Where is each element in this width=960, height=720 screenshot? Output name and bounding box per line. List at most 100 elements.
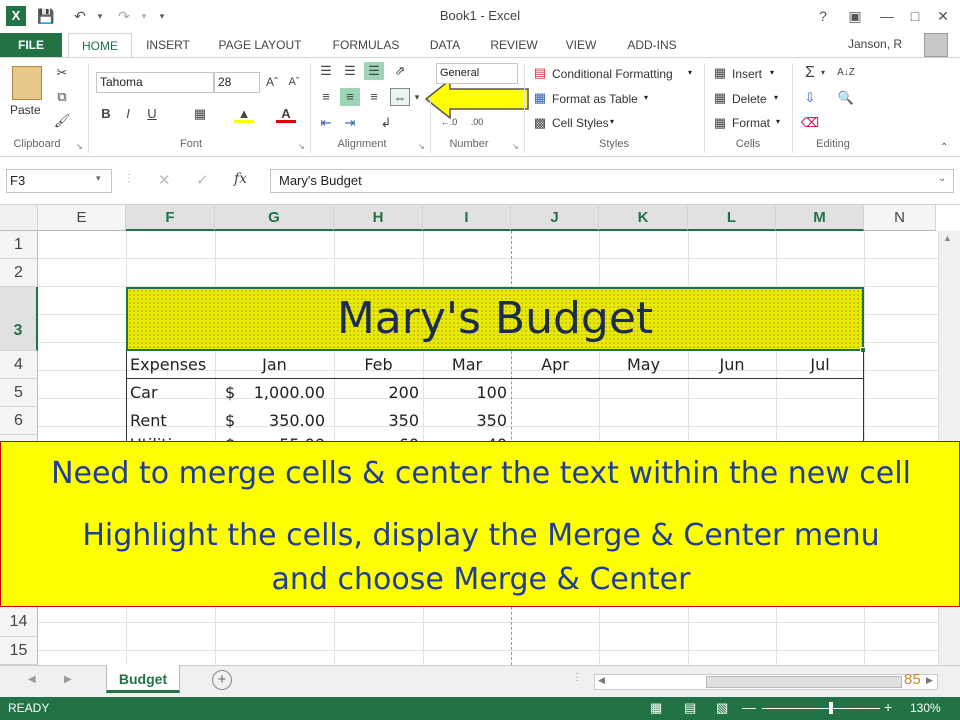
conditional-formatting-icon[interactable]: ▤ — [530, 64, 550, 82]
font-launcher-icon[interactable]: ↘ — [298, 142, 305, 151]
format-painter-icon[interactable]: 🖌 — [52, 112, 72, 130]
confirm-entry-icon[interactable]: ✓ — [196, 171, 209, 189]
column-header-h[interactable]: H — [334, 205, 423, 231]
autosum-icon[interactable]: Σ — [800, 64, 820, 82]
copy-icon[interactable]: ⧉ — [52, 88, 72, 106]
row-header-4[interactable]: 4 — [0, 351, 38, 379]
sheet-tab-budget[interactable]: Budget — [106, 665, 180, 693]
wrap-text-icon[interactable]: ↲ — [376, 114, 396, 132]
format-cells-button[interactable]: Format — [732, 116, 770, 130]
normal-view-icon[interactable]: ▦ — [650, 700, 662, 716]
sort-filter-icon[interactable]: A↓Z — [836, 64, 856, 82]
italic-button[interactable]: I — [118, 105, 138, 123]
column-header-i[interactable]: I — [423, 205, 511, 231]
increase-font-icon[interactable]: Aˆ — [262, 73, 282, 91]
format-table-dropdown-icon[interactable]: ▾ — [644, 93, 648, 102]
format-as-table-icon[interactable]: ▦ — [530, 89, 550, 107]
column-header-f[interactable]: F — [126, 205, 215, 231]
page-layout-view-icon[interactable]: ▤ — [684, 700, 696, 716]
delete-cells-button[interactable]: Delete — [732, 92, 767, 106]
conditional-dropdown-icon[interactable]: ▾ — [688, 68, 692, 77]
orientation-icon[interactable]: ⇗ — [390, 62, 410, 80]
column-header-e[interactable]: E — [38, 205, 126, 231]
zoom-slider[interactable] — [762, 708, 880, 709]
zoom-out-icon[interactable]: — — [742, 699, 756, 715]
column-header-g[interactable]: G — [215, 205, 334, 231]
close-icon[interactable]: ✕ — [932, 5, 954, 27]
format-cells-icon[interactable]: ▦ — [710, 114, 730, 132]
help-icon[interactable]: ? — [812, 5, 834, 27]
name-box-dropdown-icon[interactable]: ▾ — [96, 173, 101, 184]
font-size-select[interactable]: 28 — [214, 72, 260, 93]
clear-icon[interactable]: ⌫ — [800, 114, 820, 132]
align-left-icon[interactable]: ≡ — [316, 88, 336, 106]
increase-decimal-icon[interactable]: ←.0 — [436, 113, 462, 131]
tab-page-layout[interactable]: PAGE LAYOUT — [206, 33, 314, 57]
column-header-m[interactable]: M — [776, 205, 864, 231]
insert-function-icon[interactable]: fx — [234, 171, 247, 187]
zoom-level[interactable]: 130% — [910, 701, 941, 715]
delete-dropdown-icon[interactable]: ▾ — [774, 93, 778, 102]
scroll-up-icon[interactable]: ▲ — [943, 233, 952, 243]
scroll-left-icon[interactable]: ◀ — [598, 675, 605, 686]
collapse-ribbon-icon[interactable]: ⌃ — [940, 142, 948, 153]
merge-center-icon[interactable]: ⇔ — [390, 88, 410, 106]
tab-insert[interactable]: INSERT — [136, 33, 200, 57]
bold-button[interactable]: B — [96, 105, 116, 123]
column-header-k[interactable]: K — [599, 205, 688, 231]
format-as-table-button[interactable]: Format as Table — [552, 92, 638, 106]
column-header-l[interactable]: L — [688, 205, 776, 231]
tab-home[interactable]: HOME — [68, 33, 132, 57]
zoom-in-icon[interactable]: + — [884, 699, 892, 715]
middle-align-icon[interactable]: ☰ — [340, 62, 360, 80]
fill-color-icon[interactable]: ▲ — [234, 105, 254, 123]
tab-data[interactable]: DATA — [418, 33, 472, 57]
minimize-icon[interactable]: — — [876, 5, 898, 27]
row-header-1[interactable]: 1 — [0, 231, 38, 259]
row-header-5[interactable]: 5 — [0, 379, 38, 407]
decrease-decimal-icon[interactable]: .00 — [464, 113, 490, 131]
tab-file[interactable]: FILE — [0, 33, 62, 57]
cancel-entry-icon[interactable]: ✕ — [158, 171, 171, 189]
align-center-icon[interactable]: ≡ — [340, 88, 360, 106]
align-right-icon[interactable]: ≡ — [364, 88, 384, 106]
find-select-icon[interactable]: 🔍 — [836, 89, 856, 107]
row-header-6[interactable]: 6 — [0, 407, 38, 435]
font-color-icon[interactable]: A — [276, 105, 296, 123]
paste-icon[interactable] — [12, 66, 42, 100]
row-header-15[interactable]: 15 — [0, 637, 38, 665]
prev-sheet-icon[interactable]: ◀ — [28, 674, 36, 685]
insert-cells-icon[interactable]: ▦ — [710, 64, 730, 82]
column-header-n[interactable]: N — [864, 205, 936, 231]
page-break-view-icon[interactable]: ▧ — [716, 700, 728, 716]
next-sheet-icon[interactable]: ▶ — [64, 674, 72, 685]
cut-icon[interactable]: ✂ — [52, 64, 72, 82]
increase-indent-icon[interactable]: ⇥ — [340, 114, 360, 132]
column-header-j[interactable]: J — [511, 205, 599, 231]
zoom-slider-thumb[interactable] — [829, 702, 833, 714]
maximize-icon[interactable]: □ — [904, 5, 926, 27]
borders-icon[interactable]: ▦ — [190, 105, 210, 123]
clipboard-launcher-icon[interactable]: ↘ — [76, 142, 83, 151]
tab-review[interactable]: REVIEW — [482, 33, 546, 57]
user-avatar-icon[interactable] — [924, 33, 948, 57]
merge-center-dropdown-icon[interactable]: ▾ — [410, 88, 424, 106]
tab-add-ins[interactable]: ADD-INS — [614, 33, 690, 57]
decrease-indent-icon[interactable]: ⇤ — [316, 114, 336, 132]
cell-styles-dropdown-icon[interactable]: ▾ — [610, 117, 614, 126]
font-name-select[interactable]: Tahoma — [96, 72, 214, 93]
scroll-right-icon[interactable]: ▶ — [926, 675, 933, 686]
row-header-3[interactable]: 3 — [0, 287, 38, 351]
alignment-launcher-icon[interactable]: ↘ — [418, 142, 425, 151]
tab-view[interactable]: VIEW — [556, 33, 606, 57]
fill-icon[interactable]: ⇩ — [800, 89, 820, 107]
number-format-select[interactable]: General — [436, 63, 518, 84]
horizontal-scroll-thumb[interactable] — [706, 676, 902, 688]
new-sheet-icon[interactable]: + — [212, 670, 232, 690]
underline-button[interactable]: U — [142, 105, 162, 123]
cell-styles-button[interactable]: Cell Styles — [552, 116, 609, 130]
decrease-font-icon[interactable]: Aˇ — [284, 73, 304, 91]
bottom-align-icon[interactable]: ☰ — [364, 62, 384, 80]
select-all-corner[interactable] — [0, 205, 38, 231]
tab-formulas[interactable]: FORMULAS — [322, 33, 410, 57]
